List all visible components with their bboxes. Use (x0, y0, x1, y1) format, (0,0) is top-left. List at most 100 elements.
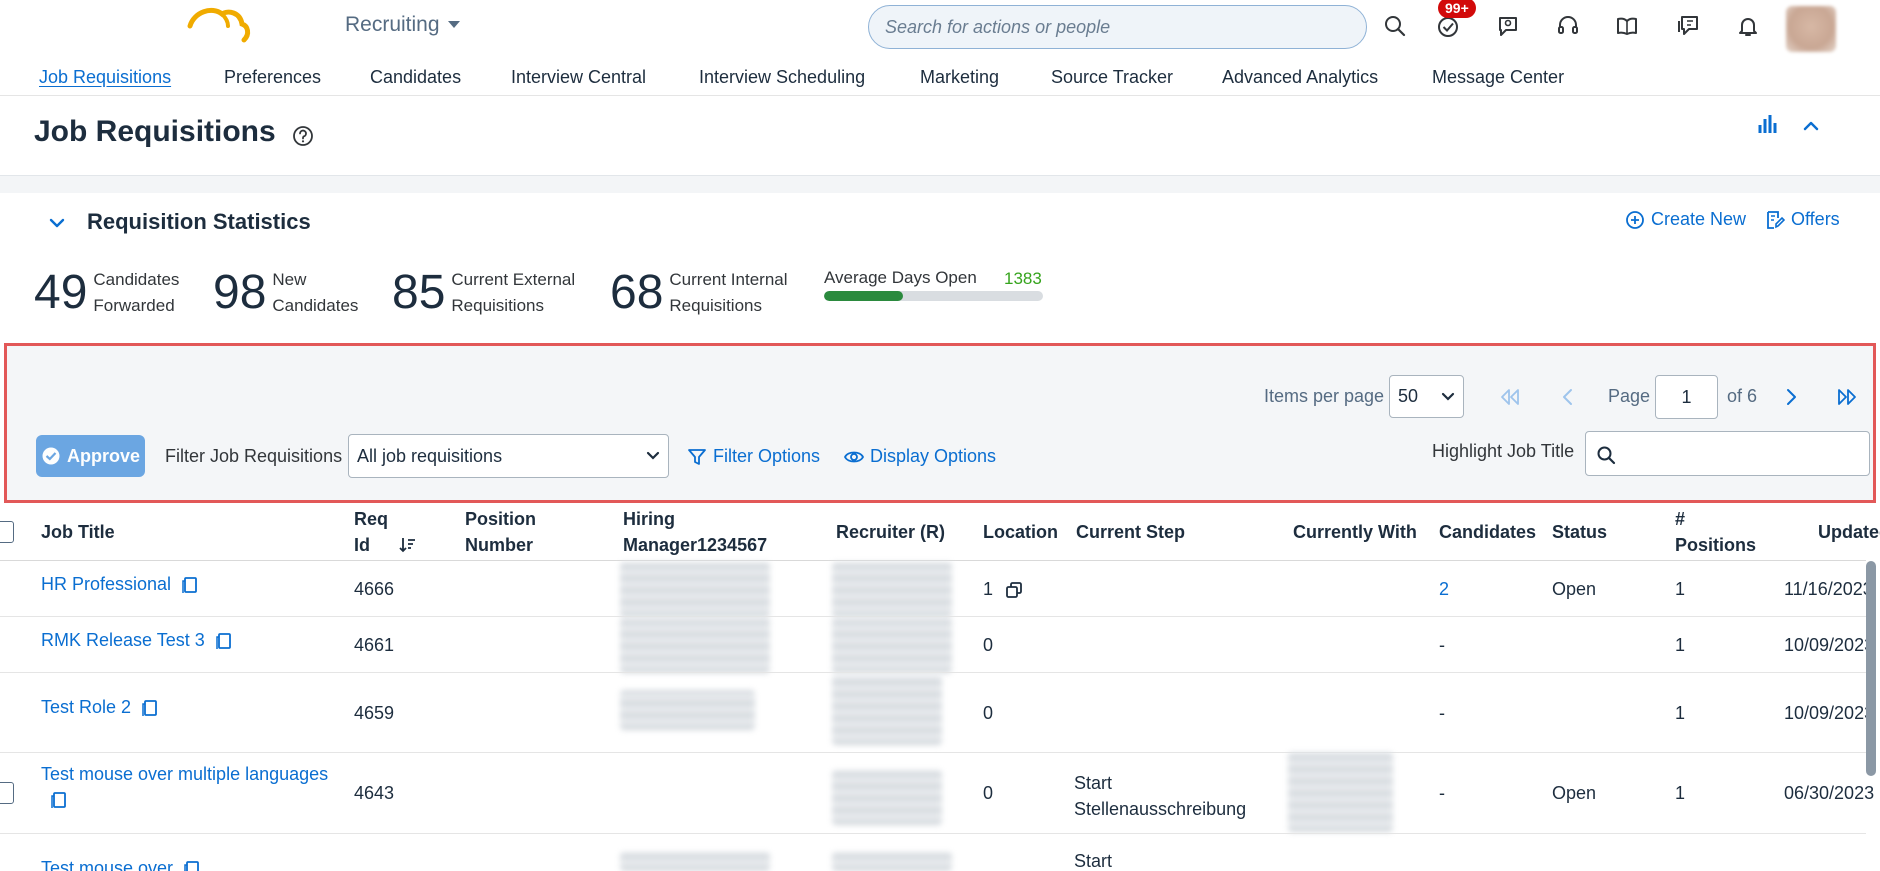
multiple-locations-icon[interactable] (1005, 581, 1023, 599)
product-name: Recruiting (345, 13, 440, 36)
copy-icon[interactable] (50, 791, 68, 809)
tab-interview-central[interactable]: Interview Central (511, 67, 646, 88)
page-number-input[interactable]: 1 (1655, 375, 1718, 419)
job-title-link[interactable]: Test mouse over multiple languages (41, 764, 341, 785)
recruiter-cell-redacted (832, 770, 942, 825)
items-per-page-select[interactable]: 50 (1389, 375, 1464, 418)
stat-label-line1: Current Internal (669, 270, 788, 289)
chevron-down-icon[interactable] (47, 213, 67, 233)
header-line2: Id (354, 535, 370, 555)
tab-candidates[interactable]: Candidates (370, 67, 461, 88)
job-title-link[interactable]: HR Professional (41, 574, 171, 595)
column-header-current-step[interactable]: Current Step (1076, 519, 1185, 545)
positions-cell: 1 (1675, 783, 1686, 803)
column-header-status[interactable]: Status (1552, 519, 1607, 545)
filter-requisitions-select[interactable]: All job requisitions (348, 434, 669, 478)
last-page-icon[interactable] (1836, 386, 1858, 408)
bell-icon[interactable] (1736, 14, 1760, 38)
create-new-button[interactable]: Create New (1625, 209, 1746, 230)
approve-label: Approve (66, 445, 140, 466)
stat-current-internal[interactable]: 68 Current Internal Requisitions (610, 266, 788, 320)
display-options-button[interactable]: Display Options (844, 446, 996, 467)
create-new-label: Create New (1651, 209, 1747, 229)
select-all-checkbox[interactable] (0, 521, 14, 543)
company-logo-icon[interactable] (182, 4, 252, 48)
product-switcher[interactable]: Recruiting (345, 13, 460, 37)
tab-message-center[interactable]: Message Center (1432, 67, 1564, 88)
candidates-count-link[interactable]: 2 (1439, 579, 1449, 600)
column-header-position-number[interactable]: Position Number (465, 506, 536, 558)
help-icon[interactable] (292, 125, 314, 147)
recruiter-cell-redacted (832, 675, 942, 745)
column-header-job-title[interactable]: Job Title (41, 519, 115, 545)
approve-button[interactable]: Approve (36, 435, 145, 477)
job-title-link[interactable]: Test Role 2 (41, 697, 131, 718)
bar-chart-icon[interactable] (1757, 113, 1779, 135)
hiring-manager-cell-redacted (620, 852, 770, 871)
items-per-page-value: 50 (1398, 386, 1419, 406)
row-checkbox[interactable] (0, 782, 14, 804)
hiring-manager-cell-redacted (620, 562, 770, 617)
offers-button[interactable]: Offers (1765, 209, 1840, 230)
stat-new-candidates[interactable]: 98 New Candidates (213, 266, 358, 320)
caret-down-icon (447, 21, 460, 28)
search-icon[interactable] (1383, 14, 1407, 38)
job-title-link[interactable]: RMK Release Test 3 (41, 630, 205, 651)
tab-marketing[interactable]: Marketing (920, 67, 999, 88)
header-line2: Number (465, 535, 534, 555)
highlight-job-title-label: Highlight Job Title (1432, 441, 1575, 461)
recruiter-cell-redacted (832, 852, 952, 871)
page-count-label: of 6 (1727, 386, 1758, 406)
previous-page-icon[interactable] (1557, 386, 1579, 408)
header-line1: Hiring (623, 509, 675, 529)
stat-label-line2: Candidates (272, 296, 359, 315)
display-options-label: Display Options (870, 446, 997, 466)
requisition-toolbar (4, 343, 1876, 503)
learning-book-icon[interactable] (1615, 14, 1639, 38)
feedback-icon[interactable] (1676, 14, 1700, 38)
column-header-location[interactable]: Location (983, 519, 1058, 545)
row-divider (0, 833, 1866, 834)
shell-search-input[interactable] (869, 6, 1366, 48)
stat-candidates-forwarded[interactable]: 49 Candidates Forwarded (34, 266, 179, 320)
tab-source-tracker[interactable]: Source Tracker (1051, 67, 1173, 88)
table-scrollbar[interactable] (1866, 561, 1876, 776)
copy-icon[interactable] (215, 632, 233, 650)
statistics-title: Requisition Statistics (87, 209, 311, 234)
sort-descending-icon[interactable] (398, 536, 416, 554)
copy-icon[interactable] (183, 860, 201, 871)
highlight-job-title-input[interactable] (1585, 431, 1870, 476)
chevron-down-icon (646, 451, 660, 460)
offers-label: Offers (1791, 209, 1840, 229)
stat-current-external[interactable]: 85 Current External Requisitions (392, 266, 575, 320)
job-title-link[interactable]: Test mouse over (41, 858, 173, 871)
req-id-cell: 4643 (354, 783, 395, 803)
first-page-icon[interactable] (1499, 386, 1521, 408)
tab-advanced-analytics[interactable]: Advanced Analytics (1222, 67, 1378, 88)
headset-support-icon[interactable] (1556, 14, 1580, 38)
row-divider (0, 752, 1866, 753)
tab-interview-scheduling[interactable]: Interview Scheduling (699, 67, 865, 88)
tab-job-requisitions[interactable]: Job Requisitions (39, 67, 171, 88)
updated-cell: 10/09/2023 (1784, 703, 1875, 723)
filter-options-button[interactable]: Filter Options (687, 446, 820, 467)
next-page-icon[interactable] (1780, 386, 1802, 408)
recruiter-cell-redacted (832, 562, 952, 617)
row-divider (0, 616, 1866, 617)
column-header-req-id[interactable]: Req Id (354, 506, 416, 558)
assistant-chat-icon[interactable] (1496, 14, 1520, 38)
copy-icon[interactable] (141, 699, 159, 717)
copy-icon[interactable] (181, 576, 199, 594)
column-header-currently-with[interactable]: Currently With (1293, 519, 1417, 545)
column-header-candidates[interactable]: Candidates (1439, 519, 1536, 545)
location-count: 1 (983, 579, 994, 599)
status-cell: Open (1552, 783, 1597, 803)
filter-label: Filter Job Requisitions (165, 446, 343, 466)
tab-preferences[interactable]: Preferences (224, 67, 321, 88)
chevron-up-icon[interactable] (1800, 115, 1822, 137)
column-header-hiring-manager[interactable]: Hiring Manager1234567 (623, 506, 767, 558)
column-header-positions[interactable]: # Positions (1675, 506, 1756, 558)
column-header-updated[interactable]: Updated (1818, 519, 1880, 545)
column-header-recruiter[interactable]: Recruiter (R) (836, 519, 945, 545)
avatar[interactable] (1786, 6, 1836, 52)
